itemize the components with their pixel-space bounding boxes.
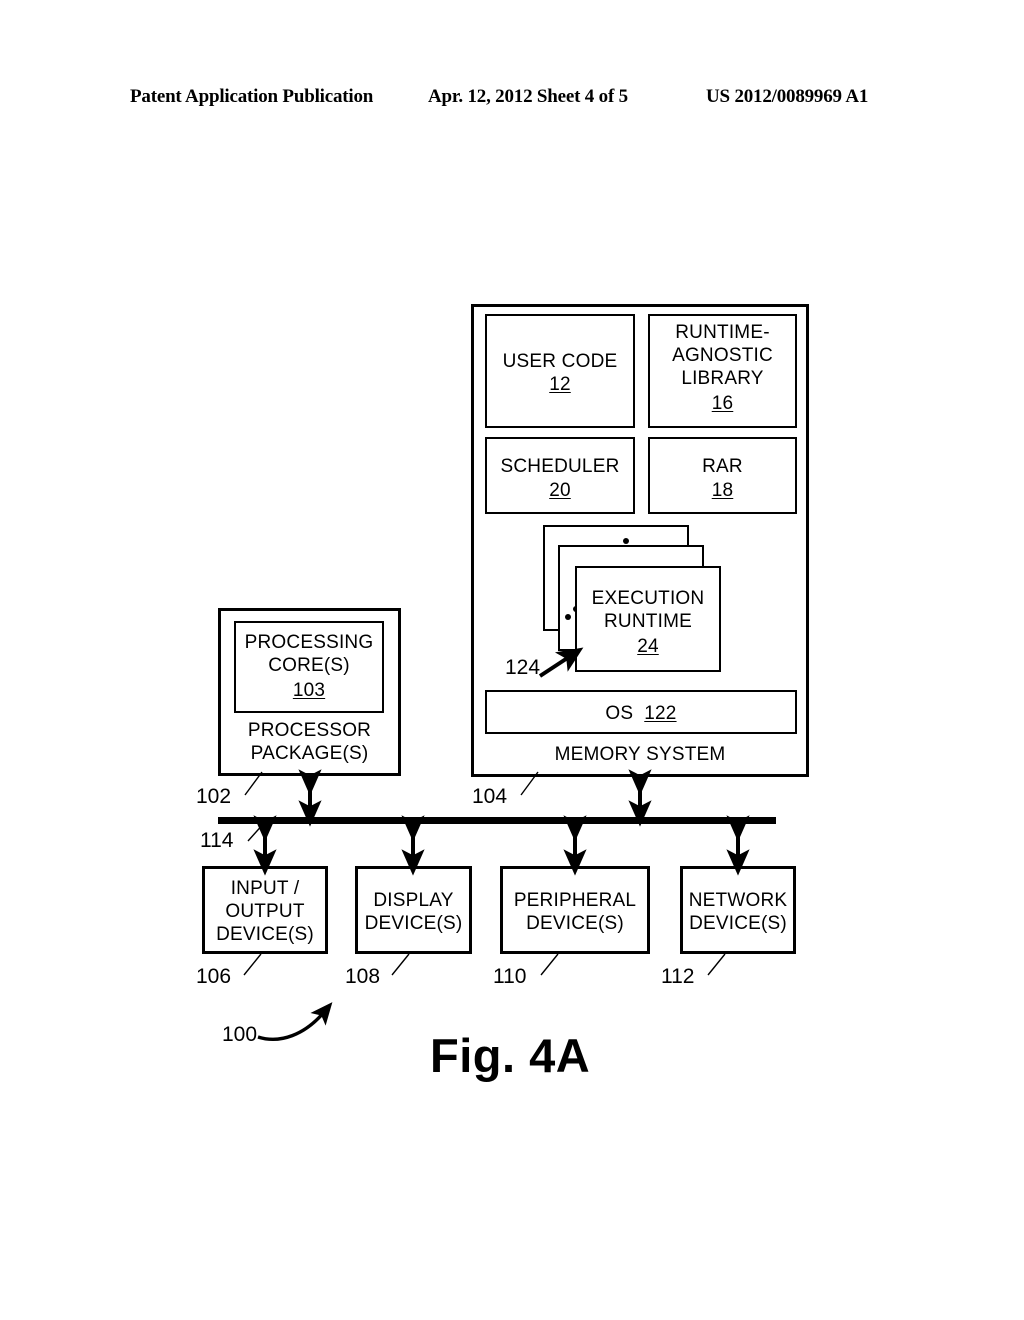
peripheral-device-label-line2: DEVICE(S) bbox=[526, 913, 624, 934]
execution-runtime-stack-ref: 124 bbox=[505, 656, 541, 679]
user-code-ref: 12 bbox=[549, 374, 571, 395]
execution-runtime-label-line2: RUNTIME bbox=[604, 611, 692, 632]
execution-runtime-ref: 24 bbox=[637, 636, 659, 657]
input-output-device-box: INPUT / OUTPUT DEVICE(S) bbox=[202, 866, 328, 954]
display-device-box: DISPLAY DEVICE(S) bbox=[355, 866, 472, 954]
library-label-line2: AGNOSTIC bbox=[672, 345, 773, 366]
figure-caption: Fig. 4A bbox=[430, 1029, 591, 1082]
network-device-label-line1: NETWORK bbox=[688, 890, 788, 911]
header-patent-number: US 2012/0089969 A1 bbox=[706, 86, 869, 107]
library-label-line1: RUNTIME- bbox=[675, 322, 770, 343]
io-device-label-line1: INPUT / bbox=[230, 878, 300, 899]
scheduler-ref: 20 bbox=[549, 480, 571, 501]
network-device-ref: 112 bbox=[661, 965, 695, 988]
user-code-label: USER CODE bbox=[502, 351, 618, 372]
runtime-agnostic-library-box: RUNTIME- AGNOSTIC LIBRARY 16 bbox=[648, 314, 797, 428]
io-device-label-line3: DEVICE(S) bbox=[216, 924, 314, 945]
memory-system-ref: 104 bbox=[472, 785, 508, 808]
patent-figure-page: Patent Application Publication Apr. 12, … bbox=[0, 0, 1024, 1320]
processor-package-label-line2: PACKAGE(S) bbox=[250, 743, 369, 764]
system-overall-ref: 100 bbox=[222, 1023, 258, 1046]
network-device-box: NETWORK DEVICE(S) bbox=[680, 866, 796, 954]
processing-core-ref: 103 bbox=[292, 680, 326, 701]
arrow-system-callout bbox=[257, 1002, 333, 1042]
network-device-label-line2: DEVICE(S) bbox=[689, 913, 787, 934]
rar-ref: 18 bbox=[711, 480, 734, 501]
library-label-line3: LIBRARY bbox=[681, 368, 764, 389]
header-date-sheet-label: Apr. 12, 2012 Sheet 4 of 5 bbox=[428, 86, 628, 107]
processing-core-label-line1: PROCESSING bbox=[244, 632, 374, 653]
peripheral-device-box: PERIPHERAL DEVICE(S) bbox=[500, 866, 650, 954]
os-label-text: OS bbox=[605, 703, 634, 724]
system-bus-line bbox=[218, 817, 776, 824]
operating-system-box: OS 122 bbox=[485, 690, 797, 734]
scheduler-label: SCHEDULER bbox=[500, 456, 620, 477]
execution-runtime-box: EXECUTION RUNTIME 24 bbox=[575, 566, 721, 672]
io-device-label-line2: OUTPUT bbox=[225, 901, 305, 922]
library-ref: 16 bbox=[711, 393, 734, 414]
peripheral-device-label-line1: PERIPHERAL bbox=[513, 890, 637, 911]
user-code-box: USER CODE 12 bbox=[485, 314, 635, 428]
display-device-label-line1: DISPLAY bbox=[373, 890, 454, 911]
execution-runtime-label-line1: EXECUTION bbox=[591, 588, 705, 609]
patent-header: Patent Application Publication Apr. 12, … bbox=[0, 86, 1024, 114]
scheduler-box: SCHEDULER 20 bbox=[485, 437, 635, 514]
processing-core-box: PROCESSING CORE(S) 103 bbox=[234, 621, 384, 713]
peripheral-device-ref: 110 bbox=[493, 965, 527, 988]
system-bus-ref: 114 bbox=[200, 829, 234, 852]
os-ref: 122 bbox=[644, 703, 677, 724]
io-device-ref: 106 bbox=[196, 965, 232, 988]
header-publication-label: Patent Application Publication bbox=[130, 86, 374, 107]
display-device-label-line2: DEVICE(S) bbox=[364, 913, 463, 934]
display-device-ref: 108 bbox=[345, 965, 381, 988]
processor-package-label-line1: PROCESSOR bbox=[247, 720, 372, 741]
rar-box: RAR 18 bbox=[648, 437, 797, 514]
memory-system-title: MEMORY SYSTEM bbox=[554, 744, 726, 765]
processing-core-label-line2: CORE(S) bbox=[268, 655, 350, 676]
rar-label: RAR bbox=[702, 456, 743, 477]
os-label: OS 122 bbox=[487, 702, 795, 725]
processor-package-ref: 102 bbox=[196, 785, 232, 808]
